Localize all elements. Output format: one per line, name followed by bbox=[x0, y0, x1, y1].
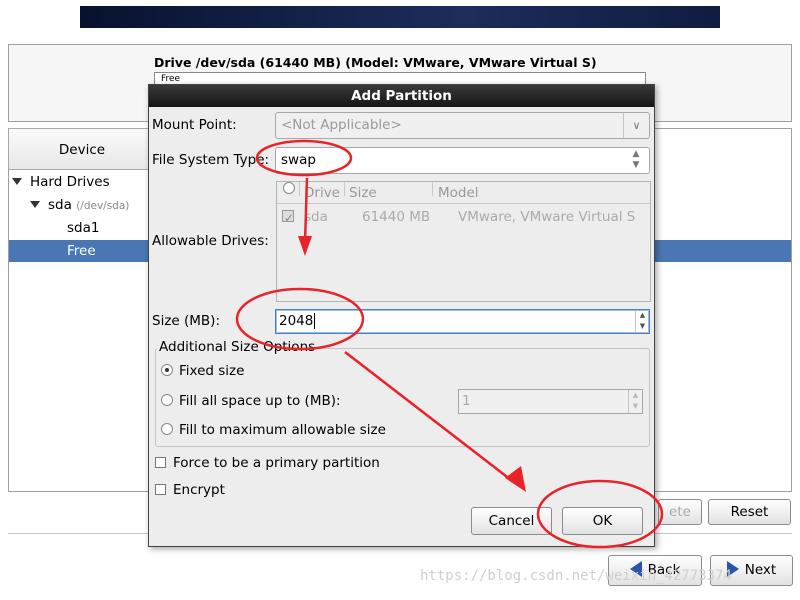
annotation-arrow-down bbox=[303, 177, 309, 244]
annotation-circle-size bbox=[235, 287, 365, 351]
arrowhead-icon bbox=[298, 236, 312, 256]
annotation-circle-ok bbox=[536, 479, 664, 549]
arrowhead-icon bbox=[505, 466, 526, 492]
annotation-arrow-to-ok bbox=[344, 351, 516, 484]
annotation-overlay bbox=[235, 139, 664, 549]
annotation-circle-fs-type bbox=[255, 139, 353, 177]
